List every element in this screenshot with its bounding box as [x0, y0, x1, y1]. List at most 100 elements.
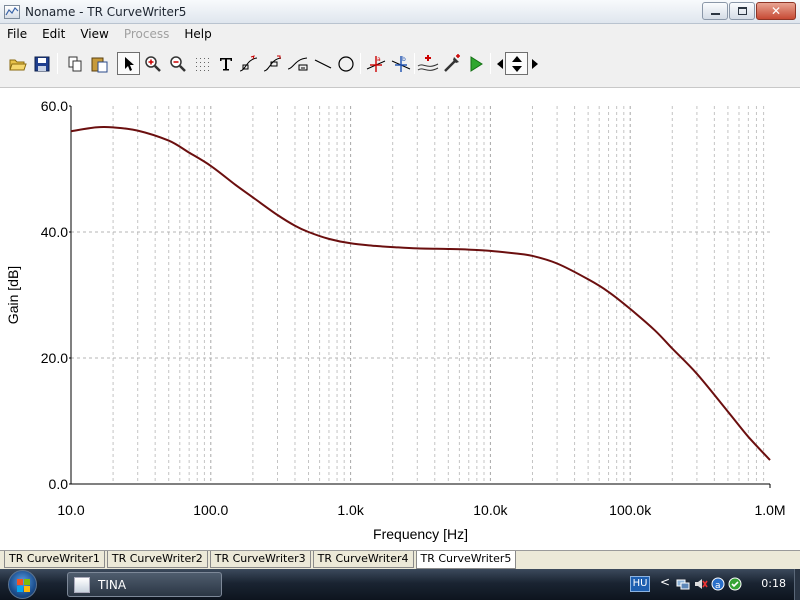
- window-title: Noname - TR CurveWriter5: [25, 4, 187, 19]
- tray-app-icon[interactable]: a: [711, 577, 725, 591]
- network-icon[interactable]: [676, 577, 690, 591]
- restore-icon: [737, 7, 747, 15]
- line-tool-button[interactable]: [311, 52, 334, 75]
- curve-fit-button[interactable]: [286, 52, 309, 75]
- cursor-a-button[interactable]: a: [364, 52, 387, 75]
- add-curve-icon: [417, 54, 438, 71]
- cursor-a-icon: a: [366, 55, 385, 72]
- x-axis-label: Frequency [Hz]: [373, 526, 468, 542]
- curve-label-alt-button[interactable]: [261, 52, 284, 75]
- menu-process: Process: [123, 27, 170, 41]
- nav-right-button[interactable]: [529, 52, 541, 75]
- x-tick-label: 100.0k: [609, 502, 652, 518]
- nav-updown-button[interactable]: [505, 52, 528, 75]
- select-arrow-icon: [124, 56, 134, 71]
- y-tick-label: 0.0: [49, 476, 69, 492]
- y-axis-label: Gain [dB]: [5, 266, 21, 324]
- ellipse-tool-button[interactable]: [334, 52, 357, 75]
- tab-curvewriter1[interactable]: TR CurveWriter1: [4, 551, 105, 568]
- menu-help[interactable]: Help: [177, 27, 219, 41]
- paste-button[interactable]: [88, 52, 111, 75]
- toolbar-separator: [57, 53, 58, 74]
- paste-icon: [91, 57, 107, 72]
- taskbar-app-label: TINA: [98, 577, 127, 592]
- save-icon: [34, 56, 49, 71]
- tab-curvewriter5[interactable]: TR CurveWriter5: [415, 551, 517, 569]
- plot-area: 0.0 20.0 40.0 60.0 10.0 100.0 1.0k 10.0k 100.0k 1…: [0, 88, 800, 550]
- pick-color-icon: [443, 53, 460, 72]
- y-tick-label: 60.0: [41, 98, 68, 114]
- bode-chart[interactable]: 0.0 20.0 40.0 60.0 10.0 100.0 1.0k 10.0k 100.0k 1…: [0, 88, 800, 550]
- taskbar-app-tina[interactable]: TINA: [67, 572, 222, 597]
- open-button[interactable]: [6, 52, 29, 75]
- select-tool-button[interactable]: [117, 52, 140, 75]
- security-check-icon[interactable]: [728, 577, 742, 591]
- toolbar: a b: [0, 44, 800, 88]
- nav-left-icon: [497, 58, 503, 69]
- tab-curvewriter4[interactable]: TR CurveWriter4: [312, 551, 414, 568]
- toolbar-separator: [414, 53, 415, 74]
- cursor-b-icon: b: [391, 55, 410, 72]
- curve-label-icon: [239, 54, 257, 71]
- save-button[interactable]: [30, 52, 53, 75]
- language-indicator[interactable]: HU: [630, 576, 650, 592]
- svg-text:a: a: [715, 581, 721, 591]
- minimize-button[interactable]: [702, 2, 728, 20]
- grid-button[interactable]: [190, 52, 213, 75]
- copy-button[interactable]: [63, 52, 86, 75]
- curve-fit-icon: [287, 57, 307, 70]
- close-button[interactable]: ✕: [756, 2, 796, 20]
- line-icon: [314, 58, 331, 69]
- zoom-in-icon: [144, 55, 161, 72]
- text-tool-button[interactable]: [214, 52, 237, 75]
- clock[interactable]: 0:18: [761, 577, 786, 590]
- zoom-out-button[interactable]: [166, 52, 189, 75]
- taskbar: TINA HU < a 0:18: [0, 569, 800, 600]
- restore-button[interactable]: [729, 2, 755, 20]
- x-tick-label: 100.0: [193, 502, 228, 518]
- menu-view[interactable]: View: [73, 27, 116, 41]
- copy-icon: [68, 56, 81, 71]
- toolbar-separator: [490, 53, 491, 74]
- minimize-icon: [710, 13, 720, 15]
- nav-right-icon: [532, 58, 538, 69]
- tray-expand-icon[interactable]: <: [660, 575, 670, 589]
- start-button[interactable]: [8, 570, 37, 599]
- menu-file[interactable]: File: [0, 27, 35, 41]
- x-tick-label: 1.0M: [754, 502, 785, 518]
- close-icon: ✕: [770, 4, 782, 18]
- curve-label-button[interactable]: [237, 52, 260, 75]
- menu-bar: File Edit View Process Help: [0, 24, 800, 44]
- ellipse-icon: [337, 55, 354, 72]
- tina-app-icon: [74, 576, 90, 593]
- curve-label-alt-icon: [263, 55, 281, 71]
- text-icon: [219, 57, 232, 70]
- tab-curvewriter2[interactable]: TR CurveWriter2: [106, 551, 208, 568]
- add-curve-button[interactable]: [416, 52, 439, 75]
- nav-updown-icon: [511, 55, 522, 72]
- open-icon: [8, 59, 27, 70]
- x-tick-label: 1.0k: [337, 502, 364, 518]
- cursor-b-button[interactable]: b: [389, 52, 412, 75]
- app-icon: [4, 4, 20, 19]
- system-tray: HU < a 0:18: [630, 569, 800, 600]
- tab-curvewriter3[interactable]: TR CurveWriter3: [209, 551, 311, 568]
- show-desktop-button[interactable]: [794, 569, 800, 600]
- svg-text:a: a: [377, 56, 381, 63]
- svg-text:b: b: [402, 56, 406, 63]
- x-tick-label: 10.0k: [473, 502, 508, 518]
- title-bar: Noname - TR CurveWriter5 ✕: [0, 0, 800, 24]
- pick-color-button[interactable]: [440, 52, 463, 75]
- volume-muted-icon[interactable]: [694, 577, 708, 591]
- sheet-tabs: TR CurveWriter1 TR CurveWriter2 TR Curve…: [0, 550, 800, 569]
- x-tick-label: 10.0: [57, 502, 84, 518]
- zoom-out-icon: [169, 55, 186, 72]
- run-button[interactable]: [464, 52, 487, 75]
- grid-icon: [195, 57, 209, 71]
- run-icon: [470, 55, 483, 72]
- y-tick-label: 40.0: [41, 224, 68, 240]
- windows-logo-icon: [17, 579, 30, 592]
- menu-edit[interactable]: Edit: [35, 27, 73, 41]
- y-tick-label: 20.0: [41, 350, 68, 366]
- zoom-in-button[interactable]: [141, 52, 164, 75]
